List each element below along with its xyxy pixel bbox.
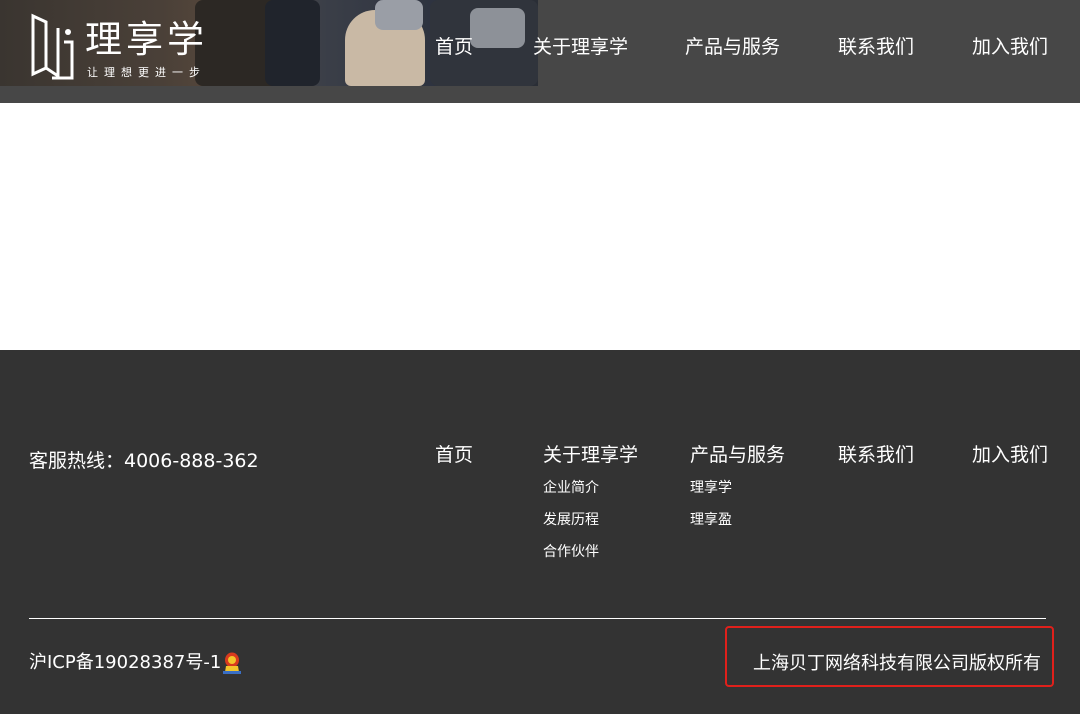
footer-link-products-services[interactable]: 产品与服务: [690, 442, 785, 468]
footer-link-company-intro[interactable]: 企业简介: [543, 478, 638, 498]
footer-link-about[interactable]: 关于理享学: [543, 442, 638, 468]
footer-col-contact: 联系我们: [838, 442, 914, 468]
nav-home[interactable]: 首页: [435, 34, 473, 60]
footer-link-lixiangying[interactable]: 理享盈: [690, 510, 785, 530]
nav-join[interactable]: 加入我们: [972, 34, 1048, 60]
footer-col-home: 首页: [435, 442, 473, 468]
main-nav: 首页 关于理享学 产品与服务 联系我们 加入我们: [0, 34, 1080, 60]
customer-service-hotline: 客服热线：4006-888-362: [29, 450, 259, 472]
footer-col-about: 关于理享学 企业简介 发展历程 合作伙伴: [543, 442, 638, 562]
footer-link-home[interactable]: 首页: [435, 442, 473, 468]
footer-link-lixiangxue[interactable]: 理享学: [690, 478, 785, 498]
footer-col-join: 加入我们: [972, 442, 1048, 468]
footer-link-contact[interactable]: 联系我们: [838, 442, 914, 468]
footer-link-history[interactable]: 发展历程: [543, 510, 638, 530]
nav-about[interactable]: 关于理享学: [533, 34, 628, 60]
police-badge-icon: [223, 652, 241, 674]
footer-link-join[interactable]: 加入我们: [972, 442, 1048, 468]
annotation-highlight-box: [725, 626, 1054, 687]
footer-col-products: 产品与服务 理享学 理享盈: [690, 442, 785, 530]
nav-contact[interactable]: 联系我们: [838, 34, 914, 60]
footer-divider: [29, 618, 1046, 619]
footer-link-partners[interactable]: 合作伙伴: [543, 542, 638, 562]
site-header: 理享学 让理想更进一步 首页 关于理享学 产品与服务 联系我们 加入我们: [0, 0, 1080, 103]
icp-license-link[interactable]: 沪ICP备19028387号-1: [29, 651, 221, 675]
logo-slogan: 让理想更进一步: [87, 66, 206, 79]
nav-products-services[interactable]: 产品与服务: [685, 34, 780, 60]
